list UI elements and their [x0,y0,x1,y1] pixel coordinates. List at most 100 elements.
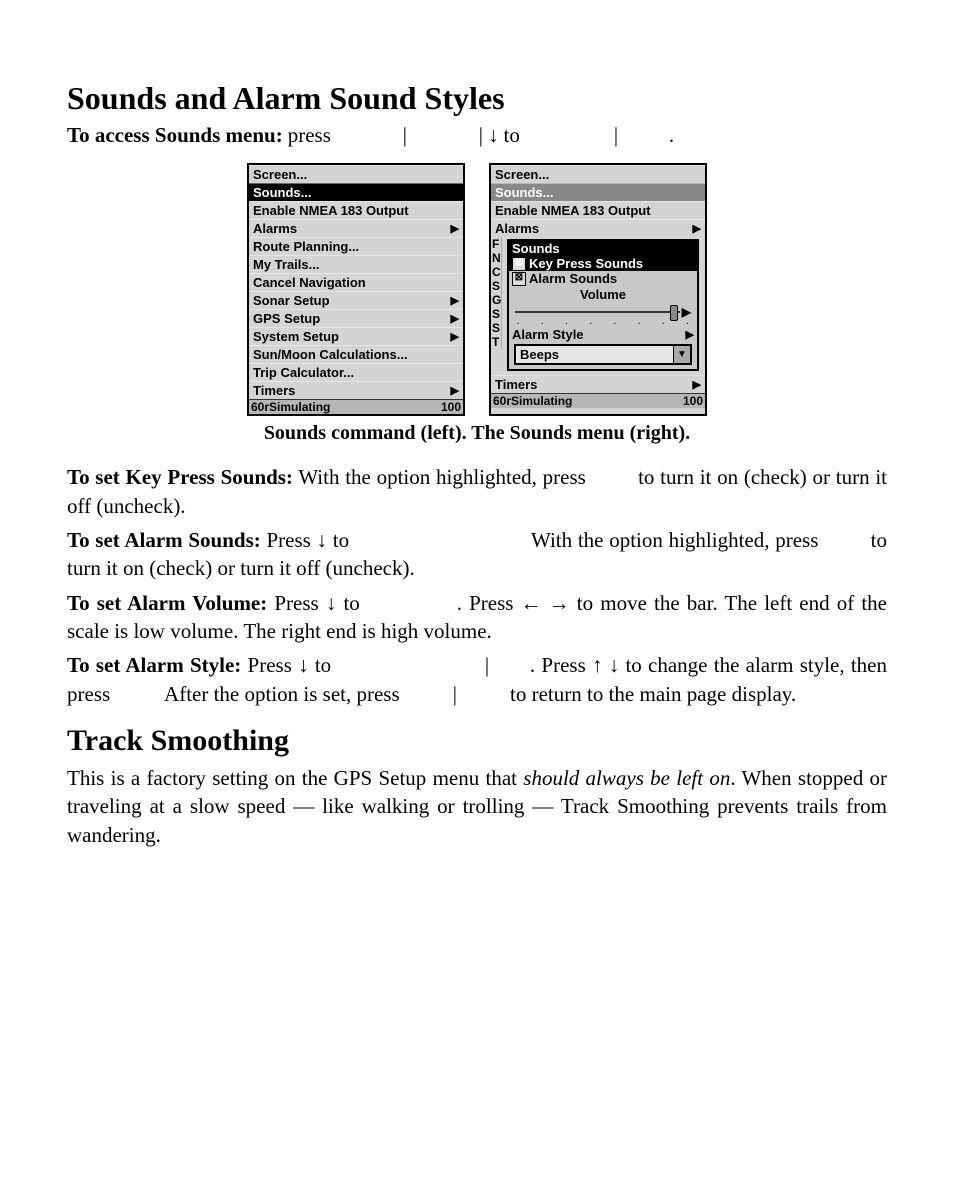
menu-item-label: Alarms [253,221,297,236]
peek-letter: C [491,265,502,279]
menu-item[interactable]: Cancel Navigation [249,273,463,291]
access-bar1: | [403,121,407,149]
menu-item[interactable]: Sounds... [491,183,705,201]
checkbox-icon[interactable]: ⊠ [512,272,526,286]
peek-letter: G [491,293,502,307]
access-bar2: | [479,121,483,149]
section-heading-track: Track Smoothing [67,724,887,758]
alarm-sounds-label: Alarm Sounds [529,271,617,286]
chevron-right-icon: ▶ [451,222,459,235]
alarm-sounds-row[interactable]: ⊠ Alarm Sounds [509,271,697,286]
peek-letter: S [491,307,502,321]
access-bar3: | [614,121,618,149]
alarm-style-select[interactable]: Beeps ▼ [514,344,692,365]
access-period: . [669,121,674,149]
menu-item[interactable]: My Trails... [249,255,463,273]
menu-item[interactable]: Trip Calculator... [249,363,463,381]
alarmstyle-paragraph: To set Alarm Style: Press ↓ to ALARM STY… [67,651,887,708]
menu-item-timers[interactable]: Timers ▶ [491,375,705,393]
slider-thumb[interactable] [670,305,678,321]
dropdown-icon[interactable]: ▼ [673,346,690,363]
down-arrow-icon: ↓ [488,121,499,149]
checkbox-icon[interactable]: ⊠ [512,257,526,271]
peek-column: FNCSGSST [491,237,501,375]
access-menu2: MENU [412,121,474,149]
access-sounds-line: To access Sounds menu: press MENU | MENU… [67,121,887,149]
track-paragraph: This is a factory setting on the GPS Set… [67,764,887,849]
alarm-style-label: Alarm Style [512,327,584,342]
sounds-popup: Sounds ⊠ Key Press Sounds ⊠ Alarm Sounds… [507,239,699,371]
right-status-bar: 60rSimulating 100 [491,393,705,408]
menu-item-label: Enable NMEA 183 Output [495,203,651,218]
peek-letter: T [491,335,502,349]
popup-title: Sounds [509,241,697,256]
menu-item-label: Cancel Navigation [253,275,366,290]
alarmvol-paragraph: To set Alarm Volume: Press ↓ to VOLUME. … [67,589,887,646]
menu-item-label: Trip Calculator... [253,365,354,380]
menu-item-label: Sounds... [253,185,312,200]
volume-slider[interactable]: ▶ [509,303,697,321]
menu-item-label: Sounds... [495,185,554,200]
menu-item-label: Timers [253,383,295,398]
chevron-right-icon: ▶ [693,222,701,235]
chevron-right-icon: ▶ [693,378,701,391]
access-lead: To access Sounds menu: [67,121,283,149]
access-sounds: SOUNDS [525,121,609,149]
menu-item[interactable]: System Setup ▶ [249,327,463,345]
menu-item[interactable]: GPS Setup▶ [249,309,463,327]
status-left-text: 60rSimulating [493,394,572,408]
timers-label: Timers [495,377,537,392]
peek-letter: F [491,237,502,251]
peek-letter: S [491,321,502,335]
access-ent: ENT [623,121,664,149]
left-status-bar: 60rSimulating 100 [249,399,463,414]
section-heading-sounds: Sounds and Alarm Sound Styles [67,80,887,117]
status-right-text: 100 [441,400,461,414]
menu-item[interactable]: Sounds... [249,183,463,201]
access-menu1: MENU [336,121,398,149]
menu-item[interactable]: Enable NMEA 183 Output [491,201,705,219]
menu-item[interactable]: Screen... [491,165,705,183]
chevron-right-icon: ▶ [686,328,694,341]
select-value: Beeps [516,346,673,363]
menu-item-label: Screen... [253,167,307,182]
right-device-screen: Screen... Sounds... Enable NMEA 183 Output… [489,163,707,416]
menu-item-label: Sun/Moon Calculations... [253,347,408,362]
menu-item[interactable]: Alarms ▶ [249,219,463,237]
menu-item[interactable]: Timers ▶ [249,381,463,399]
menu-item[interactable]: Alarms ▶ [491,219,705,237]
access-to: to [504,121,520,149]
status-left-text: 60rSimulating [251,400,330,414]
figure-caption: Sounds command (left). The Sounds menu (… [67,422,887,445]
menu-item[interactable]: Sun/Moon Calculations... [249,345,463,363]
menu-item-label: Alarms [495,221,539,236]
menu-item-label: Route Planning... [253,239,359,254]
menu-item-label: Sonar Setup [253,293,330,308]
slider-track[interactable] [515,311,680,313]
chevron-right-icon: ▶ [451,330,459,343]
menu-item-label: Enable NMEA 183 Output [253,203,409,218]
menu-item-label: System Setup [253,329,339,344]
menu-item[interactable]: Sonar Setup ▶ [249,291,463,309]
alarm-style-row[interactable]: Alarm Style ▶ [509,327,697,342]
figures-row: Screen... Sounds... Enable NMEA 183 Output… [67,163,887,416]
menu-item[interactable]: Route Planning... [249,237,463,255]
chevron-right-icon: ▶ [682,305,691,319]
status-right-text: 100 [683,394,703,408]
alarmsounds-paragraph: To set Alarm Sounds: Press ↓ to ALARM SO… [67,526,887,583]
chevron-right-icon: ▶ [451,294,459,307]
peek-letter: N [491,251,502,265]
keypress-paragraph: To set Key Press Sounds: With the option… [67,463,887,520]
menu-item-label: GPS Setup [253,311,320,326]
chevron-right-icon: ▶ [451,384,459,397]
menu-item[interactable]: Screen... [249,165,463,183]
left-device-screen: Screen... Sounds... Enable NMEA 183 Output… [247,163,465,416]
menu-item-label: My Trails... [253,257,319,272]
menu-item[interactable]: Enable NMEA 183 Output [249,201,463,219]
peek-letter: S [491,279,502,293]
menu-item-label: Screen... [495,167,549,182]
volume-label: Volume [509,286,697,303]
key-press-sounds-row[interactable]: ⊠ Key Press Sounds [509,256,697,271]
key-press-sounds-label: Key Press Sounds [529,256,643,271]
access-press: press [288,121,331,149]
